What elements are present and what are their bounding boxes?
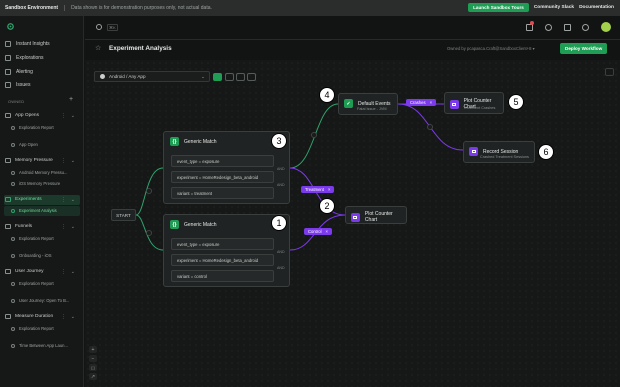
chart-icon [450,99,459,109]
plot-counter-chart-node[interactable]: Plot Counter Chart [345,206,407,224]
node-title: Record Session [483,148,519,155]
node-subtitle: Treatment Crashes [463,106,496,110]
condition-event-type[interactable]: event_type = exposure [171,155,274,167]
video-icon [469,147,478,156]
and-label: AND [277,250,285,254]
node-title: Default Events [358,100,391,107]
condition-variant[interactable]: variant = treatment [171,187,274,199]
default-events-node[interactable]: ✓ Default Events Fatal Issue - JVM [338,93,398,115]
condition-event-type[interactable]: event_type = exposure [171,238,274,250]
zoom-out-button[interactable]: − [89,355,97,362]
add-node-handle [146,188,152,194]
condition-experiment[interactable]: experiment = HomeRedesign_beta_android [171,254,274,266]
add-node-handle [427,124,433,130]
and-label: AND [277,167,285,171]
plot-counter-chart-crashes-node[interactable]: Plot Counter Chart Treatment Crashes [444,92,504,114]
node-title: Generic Match [184,221,217,228]
node-title: Generic Match [184,138,217,145]
add-node-handle [146,230,152,236]
filter-active-button[interactable] [213,73,222,81]
record-session-node[interactable]: Record Session Crashed Treatment Session… [463,141,535,163]
match-icon: {} [170,220,179,229]
callout-6: 6 [538,144,554,160]
start-node[interactable]: START [111,209,136,221]
control-pill[interactable]: Control × [304,228,332,235]
chart-icon [351,212,360,222]
add-node-handle [311,132,317,138]
events-icon: ✓ [344,99,353,108]
and-label: AND [277,266,285,270]
platform-filter[interactable]: Android / Any App ⌄ [94,71,210,82]
node-subtitle: Fatal Issue - JVM [357,107,387,111]
fit-view-button[interactable]: [ ] [89,364,97,371]
close-icon[interactable]: × [328,187,330,192]
node-title: Plot Counter Chart [364,211,393,223]
match-icon: {} [170,137,179,146]
copy-icon[interactable] [225,73,234,81]
callout-1: 1 [271,215,287,231]
condition-variant[interactable]: variant = control [171,270,274,282]
close-icon[interactable]: × [326,229,328,234]
workflow-edges [135,103,464,251]
crashes-pill[interactable]: Crashes × [406,99,437,106]
callout-5: 5 [508,94,524,110]
zoom-in-button[interactable]: + [89,346,97,353]
treatment-pill[interactable]: Treatment × [301,186,335,193]
and-label: AND [277,183,285,187]
condition-experiment[interactable]: experiment = HomeRedesign_beta_android [171,171,274,183]
android-icon [100,74,105,79]
callout-4: 4 [319,87,335,103]
video-icon[interactable] [247,73,256,81]
canvas-options-icon[interactable] [605,68,614,76]
node-subtitle: Crashed Treatment Sessions [480,155,529,159]
expand-button[interactable]: ↗ [89,373,97,380]
callout-3: 3 [271,133,287,149]
chevron-down-icon: ⌄ [201,73,205,79]
check-icon[interactable] [236,73,245,81]
callout-2: 2 [319,198,335,214]
close-icon[interactable]: × [430,100,432,105]
